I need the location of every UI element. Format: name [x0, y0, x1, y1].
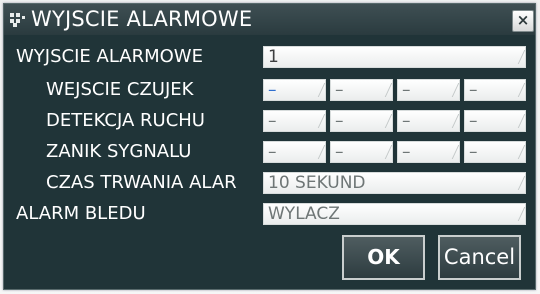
signal-loss-value-1: –: [268, 142, 277, 162]
screen-frame: WYJSCIE ALARMOWE × WYJSCIE ALARMOWE 1 WE…: [0, 0, 540, 294]
alarm-duration-select[interactable]: 10 SEKUND: [263, 172, 526, 194]
motion-detection-select-2[interactable]: –: [330, 110, 393, 132]
motion-detection-select-1[interactable]: –: [263, 110, 326, 132]
sensor-input-select-4[interactable]: –: [464, 79, 526, 101]
sensor-input-select-3[interactable]: –: [397, 79, 460, 101]
signal-loss-select-1[interactable]: –: [263, 141, 326, 163]
signal-loss-value-2: –: [335, 142, 344, 162]
sensor-input-select-1[interactable]: –: [263, 79, 326, 101]
dropdown-arrow-icon: [511, 176, 525, 190]
close-button[interactable]: ×: [512, 10, 534, 32]
dropdown-arrow-icon: [311, 114, 325, 128]
signal-loss-label: ZANIK SYGNALU: [46, 141, 192, 162]
sensor-input-value-3: –: [402, 80, 411, 100]
dropdown-arrow-icon: [511, 145, 525, 159]
sensor-input-select-2[interactable]: –: [330, 79, 393, 101]
alarm-duration-value: 10 SEKUND: [268, 173, 366, 193]
dropdown-arrow-icon: [445, 114, 459, 128]
dropdown-arrow-icon: [311, 83, 325, 97]
dropdown-arrow-icon: [445, 83, 459, 97]
dropdown-arrow-icon: [378, 114, 392, 128]
dropdown-arrow-icon: [445, 145, 459, 159]
alarm-icon: [10, 13, 25, 27]
dropdown-arrow-icon: [378, 145, 392, 159]
error-alarm-select[interactable]: WYLACZ: [263, 203, 526, 225]
motion-detection-value-3: –: [402, 111, 411, 131]
output-value: 1: [268, 47, 279, 67]
dropdown-arrow-icon: [511, 207, 525, 221]
output-label: WYJSCIE ALARMOWE: [16, 46, 203, 67]
sensor-input-value-1: –: [268, 80, 277, 100]
error-alarm-label: ALARM BLEDU: [16, 203, 146, 224]
sensor-input-value-4: –: [469, 80, 478, 100]
signal-loss-value-3: –: [402, 142, 411, 162]
error-alarm-value: WYLACZ: [268, 204, 340, 224]
cancel-button[interactable]: Cancel: [438, 235, 521, 280]
alarm-output-dialog: WYJSCIE ALARMOWE × WYJSCIE ALARMOWE 1 WE…: [3, 3, 536, 290]
dropdown-arrow-icon: [378, 83, 392, 97]
output-select[interactable]: 1: [263, 46, 526, 68]
signal-loss-select-3[interactable]: –: [397, 141, 460, 163]
motion-detection-value-1: –: [268, 111, 277, 131]
alarm-duration-label: CZAS TRWANIA ALAR: [46, 172, 237, 193]
signal-loss-value-4: –: [469, 142, 478, 162]
dropdown-arrow-icon: [311, 145, 325, 159]
motion-detection-value-4: –: [469, 111, 478, 131]
title-bar: WYJSCIE ALARMOWE ×: [4, 4, 535, 35]
dialog-title: WYJSCIE ALARMOWE: [31, 7, 253, 31]
dropdown-arrow-icon: [511, 114, 525, 128]
signal-loss-select-2[interactable]: –: [330, 141, 393, 163]
dropdown-arrow-icon: [511, 50, 525, 64]
motion-detection-label: DETEKCJA RUCHU: [46, 110, 205, 131]
motion-detection-select-3[interactable]: –: [397, 110, 460, 132]
signal-loss-select-4[interactable]: –: [464, 141, 526, 163]
dropdown-arrow-icon: [511, 83, 525, 97]
motion-detection-select-4[interactable]: –: [464, 110, 526, 132]
sensor-input-label: WEJSCIE CZUJEK: [46, 79, 194, 100]
sensor-input-value-2: –: [335, 80, 344, 100]
ok-button[interactable]: OK: [342, 235, 425, 280]
motion-detection-value-2: –: [335, 111, 344, 131]
